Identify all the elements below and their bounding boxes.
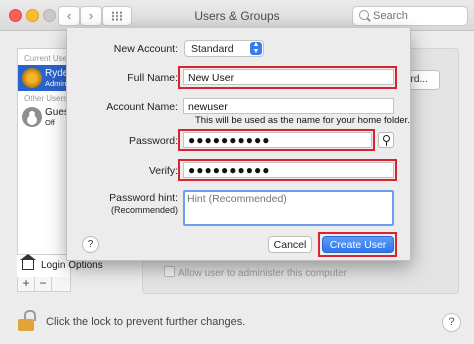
admin-checkbox-label: Allow user to administer this computer — [178, 268, 347, 279]
updown-chevron-icon: ▲ ▼ — [250, 41, 262, 55]
new-account-label: New Account: — [113, 43, 178, 55]
house-icon — [20, 254, 36, 270]
verify-label: Verify: — [148, 165, 178, 177]
password-assistant-button[interactable] — [378, 132, 394, 148]
users-groups-window: ‹ › Users & Groups ord... Allow user to … — [0, 0, 474, 344]
current-user-header: Current User — [24, 54, 70, 63]
password-hint-label: Password hint: — [109, 192, 178, 204]
password-hint-sublabel: (Recommended) — [110, 205, 178, 215]
lock-text: Click the lock to prevent further change… — [46, 316, 246, 328]
full-name-label: Full Name: — [127, 72, 178, 84]
remove-user-button[interactable]: − — [35, 277, 52, 291]
help-button[interactable]: ? — [442, 313, 461, 332]
title-bar: ‹ › Users & Groups — [0, 0, 474, 31]
verify-highlight — [178, 159, 397, 181]
search-input[interactable] — [371, 8, 465, 24]
search-icon — [359, 10, 369, 20]
add-user-button[interactable]: + — [18, 277, 35, 291]
lock-icon[interactable] — [18, 310, 36, 332]
key-icon-stem — [385, 141, 388, 146]
account-name-label: Account Name: — [106, 101, 178, 113]
admin-checkbox-row[interactable]: Allow user to administer this computer — [164, 266, 347, 279]
account-name-field[interactable]: newuser — [183, 98, 394, 114]
user-list: Current User Ryder Admin Other Users Gue… — [17, 48, 72, 278]
lock-body — [18, 319, 34, 331]
account-type-popup[interactable]: Standard ▲ ▼ — [184, 40, 264, 57]
create-user-button[interactable]: Create User — [322, 236, 394, 253]
bottom-bar: Click the lock to prevent further change… — [0, 300, 474, 344]
login-options-label: Login Options — [41, 260, 103, 271]
password-highlight — [178, 129, 375, 151]
search-box[interactable] — [352, 6, 468, 26]
password-hint-input[interactable] — [187, 193, 387, 221]
account-name-note: This will be used as the name for your h… — [195, 115, 410, 126]
other-users-header: Other Users — [24, 94, 68, 103]
admin-checkbox[interactable] — [164, 266, 175, 277]
sheet-help-button[interactable]: ? — [82, 236, 99, 253]
login-options-item[interactable]: Login Options — [17, 254, 103, 277]
password-label: Password: — [128, 135, 178, 147]
guest-avatar — [22, 107, 42, 127]
add-remove-bar: + − — [17, 277, 71, 292]
cancel-button[interactable]: Cancel — [268, 236, 312, 253]
full-name-highlight — [178, 66, 397, 89]
user-role: Admin — [45, 79, 67, 88]
account-type-value: Standard — [191, 43, 234, 55]
user-item-ryder[interactable]: Ryder Admin — [18, 65, 72, 91]
user-item-guest[interactable]: Guest Off — [18, 104, 72, 130]
password-hint-box[interactable] — [183, 190, 394, 226]
user-status: Off — [45, 118, 55, 127]
avatar — [22, 68, 42, 88]
